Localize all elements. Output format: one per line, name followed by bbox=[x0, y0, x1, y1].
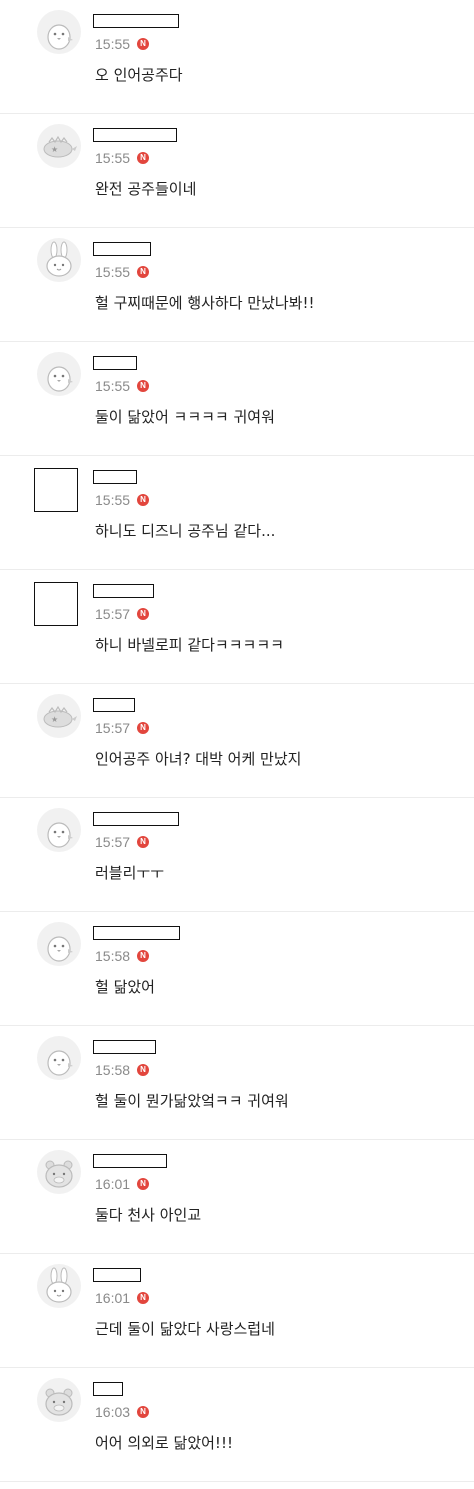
rabbit-avatar-icon[interactable] bbox=[37, 238, 81, 282]
new-badge-icon: N bbox=[137, 1406, 149, 1418]
comment-row: 15:58 N 헐 닮았어 bbox=[0, 912, 474, 1026]
svg-text:★: ★ bbox=[51, 715, 58, 724]
timestamp: 15:55 bbox=[95, 264, 131, 280]
timestamp: 16:01 bbox=[95, 1290, 131, 1306]
username-redacted[interactable] bbox=[93, 812, 179, 826]
timestamp: 15:58 bbox=[95, 1062, 131, 1078]
new-badge-icon: N bbox=[137, 38, 149, 50]
new-badge-icon: N bbox=[137, 722, 149, 734]
comment-row: ★ 15:55 N 완전 공주들이네 bbox=[0, 114, 474, 228]
comment-row: 15:55 N 하니도 디즈니 공주님 같다... bbox=[0, 456, 474, 570]
new-badge-icon: N bbox=[137, 950, 149, 962]
comment-text: 어어 의외로 닮았어!!! bbox=[95, 1434, 233, 1452]
comment-text: 인어공주 아녀? 대박 어케 만났지 bbox=[95, 750, 302, 768]
comment-text: 오 인어공주다 bbox=[95, 66, 183, 84]
username-redacted[interactable] bbox=[93, 470, 137, 484]
comment-text: 둘이 닮았어 ㅋㅋㅋㅋ 귀여워 bbox=[95, 408, 275, 426]
penguin-avatar-icon[interactable] bbox=[37, 922, 81, 966]
comment-text: 하니도 디즈니 공주님 같다... bbox=[95, 522, 276, 540]
username-redacted[interactable] bbox=[93, 1268, 141, 1282]
comment-text: 헐 닮았어 bbox=[95, 978, 155, 996]
comment-row: 15:55 N 둘이 닮았어 ㅋㅋㅋㅋ 귀여워 bbox=[0, 342, 474, 456]
timestamp: 16:03 bbox=[95, 1404, 131, 1420]
comment-text: 헐 둘이 뭔가닮았엌ㅋㅋ 귀여워 bbox=[95, 1092, 289, 1110]
username-redacted[interactable] bbox=[93, 356, 137, 370]
timestamp: 15:57 bbox=[95, 834, 131, 850]
penguin-avatar-icon[interactable] bbox=[37, 352, 81, 396]
new-badge-icon: N bbox=[137, 494, 149, 506]
avatar-redacted[interactable] bbox=[34, 468, 78, 512]
comment-row: 15:55 N 헐 구찌때문에 행사하다 만났나봐!! bbox=[0, 228, 474, 342]
rabbit-avatar-icon[interactable] bbox=[37, 1264, 81, 1308]
new-badge-icon: N bbox=[137, 836, 149, 848]
svg-text:★: ★ bbox=[51, 145, 58, 154]
comment-row: 15:57 N 러블리ㅜㅜ bbox=[0, 798, 474, 912]
timestamp: 15:55 bbox=[95, 150, 131, 166]
new-badge-icon: N bbox=[137, 1292, 149, 1304]
avatar-redacted[interactable] bbox=[34, 582, 78, 626]
new-badge-icon: N bbox=[137, 1064, 149, 1076]
comment-row: 16:01 N 둘다 천사 아인교 bbox=[0, 1140, 474, 1254]
username-redacted[interactable] bbox=[93, 1154, 167, 1168]
username-redacted[interactable] bbox=[93, 926, 180, 940]
comment-text: 둘다 천사 아인교 bbox=[95, 1206, 202, 1224]
comment-text: 헐 구찌때문에 행사하다 만났나봐!! bbox=[95, 294, 315, 312]
penguin-avatar-icon[interactable] bbox=[37, 808, 81, 852]
new-badge-icon: N bbox=[137, 380, 149, 392]
new-badge-icon: N bbox=[137, 266, 149, 278]
dino-avatar-icon[interactable]: ★ bbox=[37, 124, 81, 168]
timestamp: 15:58 bbox=[95, 948, 131, 964]
comment-row: 16:03 N 어어 의외로 닮았어!!! bbox=[0, 1368, 474, 1482]
bear-avatar-icon[interactable] bbox=[37, 1150, 81, 1194]
comment-row: 15:55 N 오 인어공주다 bbox=[0, 0, 474, 114]
timestamp: 15:57 bbox=[95, 606, 131, 622]
username-redacted[interactable] bbox=[93, 698, 135, 712]
username-redacted[interactable] bbox=[93, 1040, 156, 1054]
dino-avatar-icon[interactable]: ★ bbox=[37, 694, 81, 738]
new-badge-icon: N bbox=[137, 1178, 149, 1190]
username-redacted[interactable] bbox=[93, 584, 154, 598]
comment-text: 하니 바넬로피 같다ㅋㅋㅋㅋㅋ bbox=[95, 636, 284, 654]
comment-row: 16:01 N 근데 둘이 닮았다 사랑스럽네 bbox=[0, 1254, 474, 1368]
username-redacted[interactable] bbox=[93, 242, 151, 256]
comment-row: ★ 15:57 N 인어공주 아녀? 대박 어케 만났지 bbox=[0, 684, 474, 798]
new-badge-icon: N bbox=[137, 152, 149, 164]
username-redacted[interactable] bbox=[93, 14, 179, 28]
comment-text: 완전 공주들이네 bbox=[95, 180, 197, 198]
username-redacted[interactable] bbox=[93, 1382, 123, 1396]
timestamp: 15:57 bbox=[95, 720, 131, 736]
timestamp: 16:01 bbox=[95, 1176, 131, 1192]
username-redacted[interactable] bbox=[93, 128, 177, 142]
timestamp: 15:55 bbox=[95, 36, 131, 52]
penguin-avatar-icon[interactable] bbox=[37, 1036, 81, 1080]
bear-avatar-icon[interactable] bbox=[37, 1378, 81, 1422]
comment-text: 러블리ㅜㅜ bbox=[95, 864, 165, 882]
comment-text: 근데 둘이 닮았다 사랑스럽네 bbox=[95, 1320, 275, 1338]
comment-row: 15:58 N 헐 둘이 뭔가닮았엌ㅋㅋ 귀여워 bbox=[0, 1026, 474, 1140]
penguin-avatar-icon[interactable] bbox=[37, 10, 81, 54]
timestamp: 15:55 bbox=[95, 492, 131, 508]
comment-row: 15:57 N 하니 바넬로피 같다ㅋㅋㅋㅋㅋ bbox=[0, 570, 474, 684]
new-badge-icon: N bbox=[137, 608, 149, 620]
timestamp: 15:55 bbox=[95, 378, 131, 394]
